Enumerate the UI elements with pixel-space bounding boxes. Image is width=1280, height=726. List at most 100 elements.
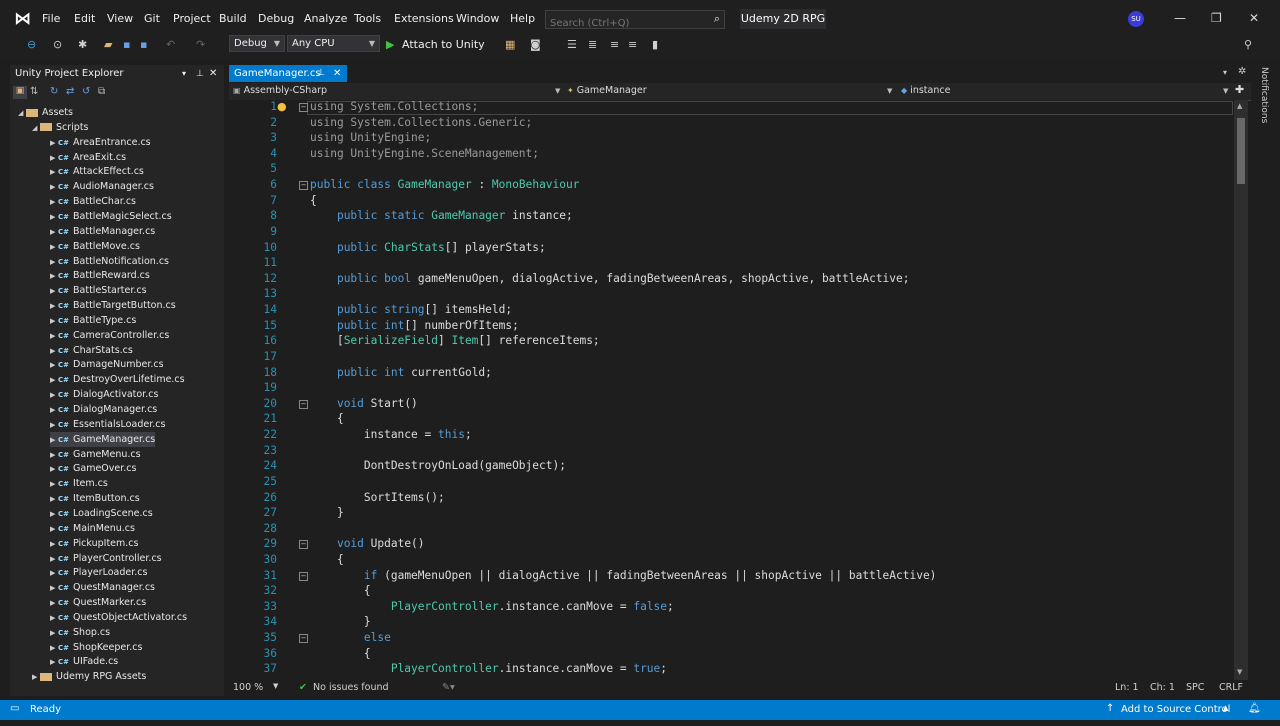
tree-file[interactable]: ▶ C# ShopKeeper.cs <box>50 640 142 655</box>
expand-icon[interactable]: ▶ <box>32 670 40 685</box>
scroll-down-icon[interactable]: ▼ <box>1237 668 1242 676</box>
expand-icon[interactable]: ▶ <box>50 507 58 522</box>
expand-icon[interactable]: ▶ <box>50 358 58 373</box>
scroll-up-icon[interactable]: ▲ <box>1237 102 1242 110</box>
collapse-icon[interactable]: − <box>299 571 308 581</box>
expand-icon[interactable]: ◢ <box>18 106 26 121</box>
tree-file[interactable]: ▶ C# UIFade.cs <box>50 654 118 669</box>
collapse-icon[interactable]: − <box>299 103 308 112</box>
tree-file[interactable]: ▶ C# DialogManager.cs <box>50 402 157 417</box>
expand-icon[interactable]: ▶ <box>50 344 58 359</box>
menu-analyze[interactable]: Analyze <box>304 12 347 25</box>
dropdown-icon[interactable]: ▾ <box>182 65 186 83</box>
expand-icon[interactable]: ▶ <box>50 448 58 463</box>
expand-icon[interactable]: ▶ <box>50 388 58 403</box>
save-all-icon[interactable]: ▪ <box>140 38 147 51</box>
expand-icon[interactable]: ▶ <box>50 373 58 388</box>
tree-file[interactable]: ▶ C# CameraController.cs <box>50 328 169 343</box>
whitespace-mode[interactable]: SPC <box>1186 682 1204 693</box>
tree-file[interactable]: ▶ C# DialogActivator.cs <box>50 387 158 402</box>
expand-icon[interactable]: ▶ <box>50 626 58 641</box>
search-input[interactable] <box>546 16 704 31</box>
tree-file[interactable]: ▶ C# LoadingScene.cs <box>50 506 153 521</box>
search-icon[interactable]: ⌕ <box>714 12 720 26</box>
uncomment-icon[interactable]: ≡ <box>628 38 637 51</box>
expand-icon[interactable]: ▶ <box>50 195 58 210</box>
notifications-label[interactable]: Notifications <box>1259 67 1269 123</box>
tree-file[interactable]: ▶ C# AreaEntrance.cs <box>50 135 151 150</box>
expand-icon[interactable]: ▶ <box>50 581 58 596</box>
avatar[interactable]: SU <box>1128 11 1144 27</box>
tree-folder-assets[interactable]: ◢ Assets <box>18 105 73 120</box>
expand-icon[interactable]: ▶ <box>50 641 58 656</box>
line-number[interactable]: Ln: 1 <box>1115 682 1139 693</box>
expand-icon[interactable]: ▶ <box>50 552 58 567</box>
member-dropdown[interactable]: ◆ instance ▼ <box>901 83 1231 99</box>
sync-files-icon[interactable]: ⇄ <box>66 86 74 97</box>
tree-file[interactable]: ▶ C# BattleChar.cs <box>50 194 136 209</box>
tree-file[interactable]: ▶ C# PickupItem.cs <box>50 536 138 551</box>
indent-icon[interactable]: ≣ <box>588 38 597 51</box>
lightbulb-icon[interactable]: ● <box>277 100 287 113</box>
refresh-icon[interactable]: ↻ <box>50 86 58 97</box>
tree-file[interactable]: ▶ C# GameMenu.cs <box>50 447 141 462</box>
expand-icon[interactable]: ▶ <box>50 418 58 433</box>
menu-tools[interactable]: Tools <box>354 12 381 25</box>
issues-status[interactable]: No issues found <box>313 682 389 693</box>
tree-file[interactable]: ▶ C# BattleNotification.cs <box>50 254 169 269</box>
menu-edit[interactable]: Edit <box>74 12 95 25</box>
expand-icon[interactable]: ▶ <box>50 151 58 166</box>
expand-icon[interactable]: ▶ <box>50 433 58 448</box>
tree-file[interactable]: ▶ C# PlayerController.cs <box>50 551 162 566</box>
expand-icon[interactable]: ▶ <box>50 136 58 151</box>
new-item-icon[interactable]: ✱ <box>78 38 87 51</box>
tree-file[interactable]: ▶ C# BattleTargetButton.cs <box>50 298 176 313</box>
collapse-icon[interactable]: ⧉ <box>98 86 105 97</box>
tree-file[interactable]: ▶ C# ItemButton.cs <box>50 491 140 506</box>
close-icon[interactable]: ✕ <box>1249 11 1259 25</box>
expand-icon[interactable]: ▶ <box>50 299 58 314</box>
expand-icon[interactable]: ▶ <box>50 329 58 344</box>
forward-icon[interactable]: ⊙ <box>53 38 62 51</box>
search-box[interactable]: ⌕ <box>545 10 725 31</box>
expand-icon[interactable]: ▶ <box>50 210 58 225</box>
close-panel-icon[interactable]: ✕ <box>209 65 217 83</box>
line-ending[interactable]: CRLF <box>1219 682 1243 693</box>
expand-icon[interactable]: ▶ <box>50 165 58 180</box>
tree-file[interactable]: ▶ C# PlayerLoader.cs <box>50 565 147 580</box>
bell-icon[interactable]: 🔔︎ <box>1248 703 1261 714</box>
menu-file[interactable]: File <box>42 12 60 25</box>
bookmark-icon[interactable]: ▮ <box>652 38 658 51</box>
expand-icon[interactable]: ▶ <box>50 537 58 552</box>
tree-file[interactable]: ▶ C# CharStats.cs <box>50 343 133 358</box>
tree-file[interactable]: ▶ C# QuestMarker.cs <box>50 595 146 610</box>
align-icon[interactable]: ☰ <box>567 38 577 51</box>
output-icon[interactable]: ▭ <box>10 703 19 714</box>
tree-file[interactable]: ▶ C# AudioManager.cs <box>50 179 154 194</box>
undo-icon[interactable]: ↶ <box>166 38 175 51</box>
tree-file[interactable]: ▶ C# MainMenu.cs <box>50 521 135 536</box>
camera-icon[interactable]: ◙ <box>530 38 541 51</box>
column-number[interactable]: Ch: 1 <box>1150 682 1175 693</box>
chevron-down-icon[interactable]: ▼ <box>273 682 278 690</box>
scrollbar-thumb[interactable] <box>1237 118 1245 184</box>
code-editor[interactable]: ● 1− using System.Collections; 2 using Syst… <box>229 100 1234 680</box>
expand-icon[interactable]: ▶ <box>50 403 58 418</box>
split-icon[interactable]: ✚ <box>1235 83 1244 96</box>
expand-icon[interactable]: ▶ <box>50 522 58 537</box>
menu-help[interactable]: Help <box>510 12 535 25</box>
tree-file[interactable]: ▶ C# QuestObjectActivator.cs <box>50 610 187 625</box>
tree-file[interactable]: ▶ C# Item.cs <box>50 476 108 491</box>
expand-icon[interactable]: ▶ <box>50 596 58 611</box>
back-icon[interactable]: ⊖ <box>27 38 36 51</box>
menu-build[interactable]: Build <box>219 12 247 25</box>
menu-debug[interactable]: Debug <box>258 12 294 25</box>
expand-icon[interactable]: ▶ <box>50 314 58 329</box>
tree-file[interactable]: ▶ C# BattleType.cs <box>50 313 136 328</box>
menu-view[interactable]: View <box>107 12 133 25</box>
tree-file[interactable]: ▶ C# BattleReward.cs <box>50 268 150 283</box>
expand-icon[interactable]: ▶ <box>50 462 58 477</box>
expand-icon[interactable]: ▶ <box>50 225 58 240</box>
minimize-icon[interactable]: — <box>1174 11 1186 25</box>
tree-file[interactable]: ▶ C# QuestManager.cs <box>50 580 155 595</box>
